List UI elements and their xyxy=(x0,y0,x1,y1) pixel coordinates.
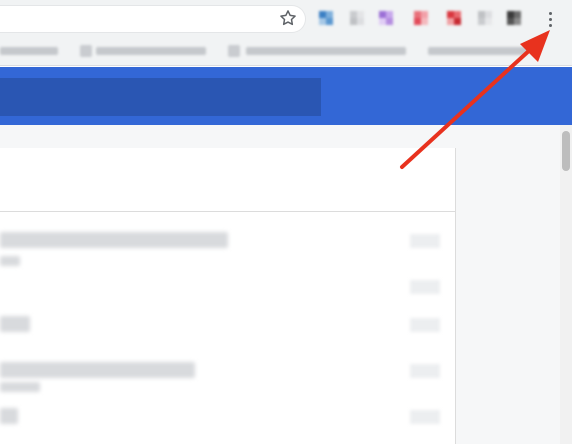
extension-icon-pixel xyxy=(478,11,485,18)
list-item[interactable] xyxy=(0,232,228,248)
extension-icon-pixel xyxy=(326,18,333,25)
content-card xyxy=(0,148,456,444)
list-item-meta xyxy=(410,318,440,332)
extension-icon-pixel xyxy=(350,18,357,25)
list-item[interactable] xyxy=(0,382,40,392)
extension-icon-pixel xyxy=(421,18,428,25)
list-item[interactable] xyxy=(0,362,195,378)
extension-icon-pixel xyxy=(507,18,514,25)
app-search-bar[interactable] xyxy=(0,78,321,116)
extension-icon-pixel xyxy=(454,18,461,25)
bookmark-item[interactable] xyxy=(0,47,58,55)
address-bar[interactable] xyxy=(0,5,306,33)
app-header xyxy=(0,67,572,125)
extension-icon-pixel xyxy=(379,18,386,25)
extension-icon-pixel xyxy=(386,18,393,25)
scrollbar[interactable] xyxy=(560,125,572,444)
list-item-meta xyxy=(410,280,440,294)
extension-icon-pixel xyxy=(421,11,428,18)
extension-1-icon[interactable] xyxy=(319,11,333,25)
bookmark-item[interactable] xyxy=(428,47,528,55)
extension-icon-pixel xyxy=(514,18,521,25)
extension-icon-pixel xyxy=(319,11,326,18)
extension-icon-pixel xyxy=(350,11,357,18)
extension-5-icon[interactable] xyxy=(447,11,461,25)
card-header xyxy=(0,148,456,212)
extension-icon-pixel xyxy=(414,18,421,25)
list-item[interactable] xyxy=(0,316,30,332)
bookmarks-bar xyxy=(0,36,572,66)
extension-icon-pixel xyxy=(379,11,386,18)
chrome-menu-icon[interactable] xyxy=(544,9,558,29)
extension-icon-pixel xyxy=(319,18,326,25)
extension-4-icon[interactable] xyxy=(414,11,428,25)
list-item[interactable] xyxy=(0,256,20,266)
extension-icon-pixel xyxy=(447,18,454,25)
bookmark-favicon-icon xyxy=(228,45,240,57)
extension-2-icon[interactable] xyxy=(350,11,364,25)
list-item-meta xyxy=(410,234,440,248)
extension-icon-pixel xyxy=(357,11,364,18)
bookmark-favicon-icon xyxy=(80,45,92,57)
bookmark-item[interactable] xyxy=(96,47,206,55)
extension-icon-pixel xyxy=(514,11,521,18)
extension-icon-pixel xyxy=(507,11,514,18)
browser-toolbar xyxy=(0,0,572,36)
extension-icon-pixel xyxy=(454,11,461,18)
extension-3-icon[interactable] xyxy=(379,11,393,25)
bookmark-star-icon[interactable] xyxy=(278,8,298,28)
bookmark-item[interactable] xyxy=(246,47,406,55)
extension-icon-pixel xyxy=(357,18,364,25)
extension-icon-pixel xyxy=(485,18,492,25)
extension-icon-pixel xyxy=(447,11,454,18)
scrollbar-thumb[interactable] xyxy=(562,131,570,171)
extension-icon-pixel xyxy=(326,11,333,18)
extension-icon-pixel xyxy=(386,11,393,18)
list-item[interactable] xyxy=(0,408,18,424)
list-item-meta xyxy=(410,410,440,424)
extension-7-icon[interactable] xyxy=(507,11,521,25)
extension-icon-pixel xyxy=(485,11,492,18)
extension-icon-pixel xyxy=(414,11,421,18)
extension-6-icon[interactable] xyxy=(478,11,492,25)
extension-icon-pixel xyxy=(478,18,485,25)
list-item-meta xyxy=(410,364,440,378)
